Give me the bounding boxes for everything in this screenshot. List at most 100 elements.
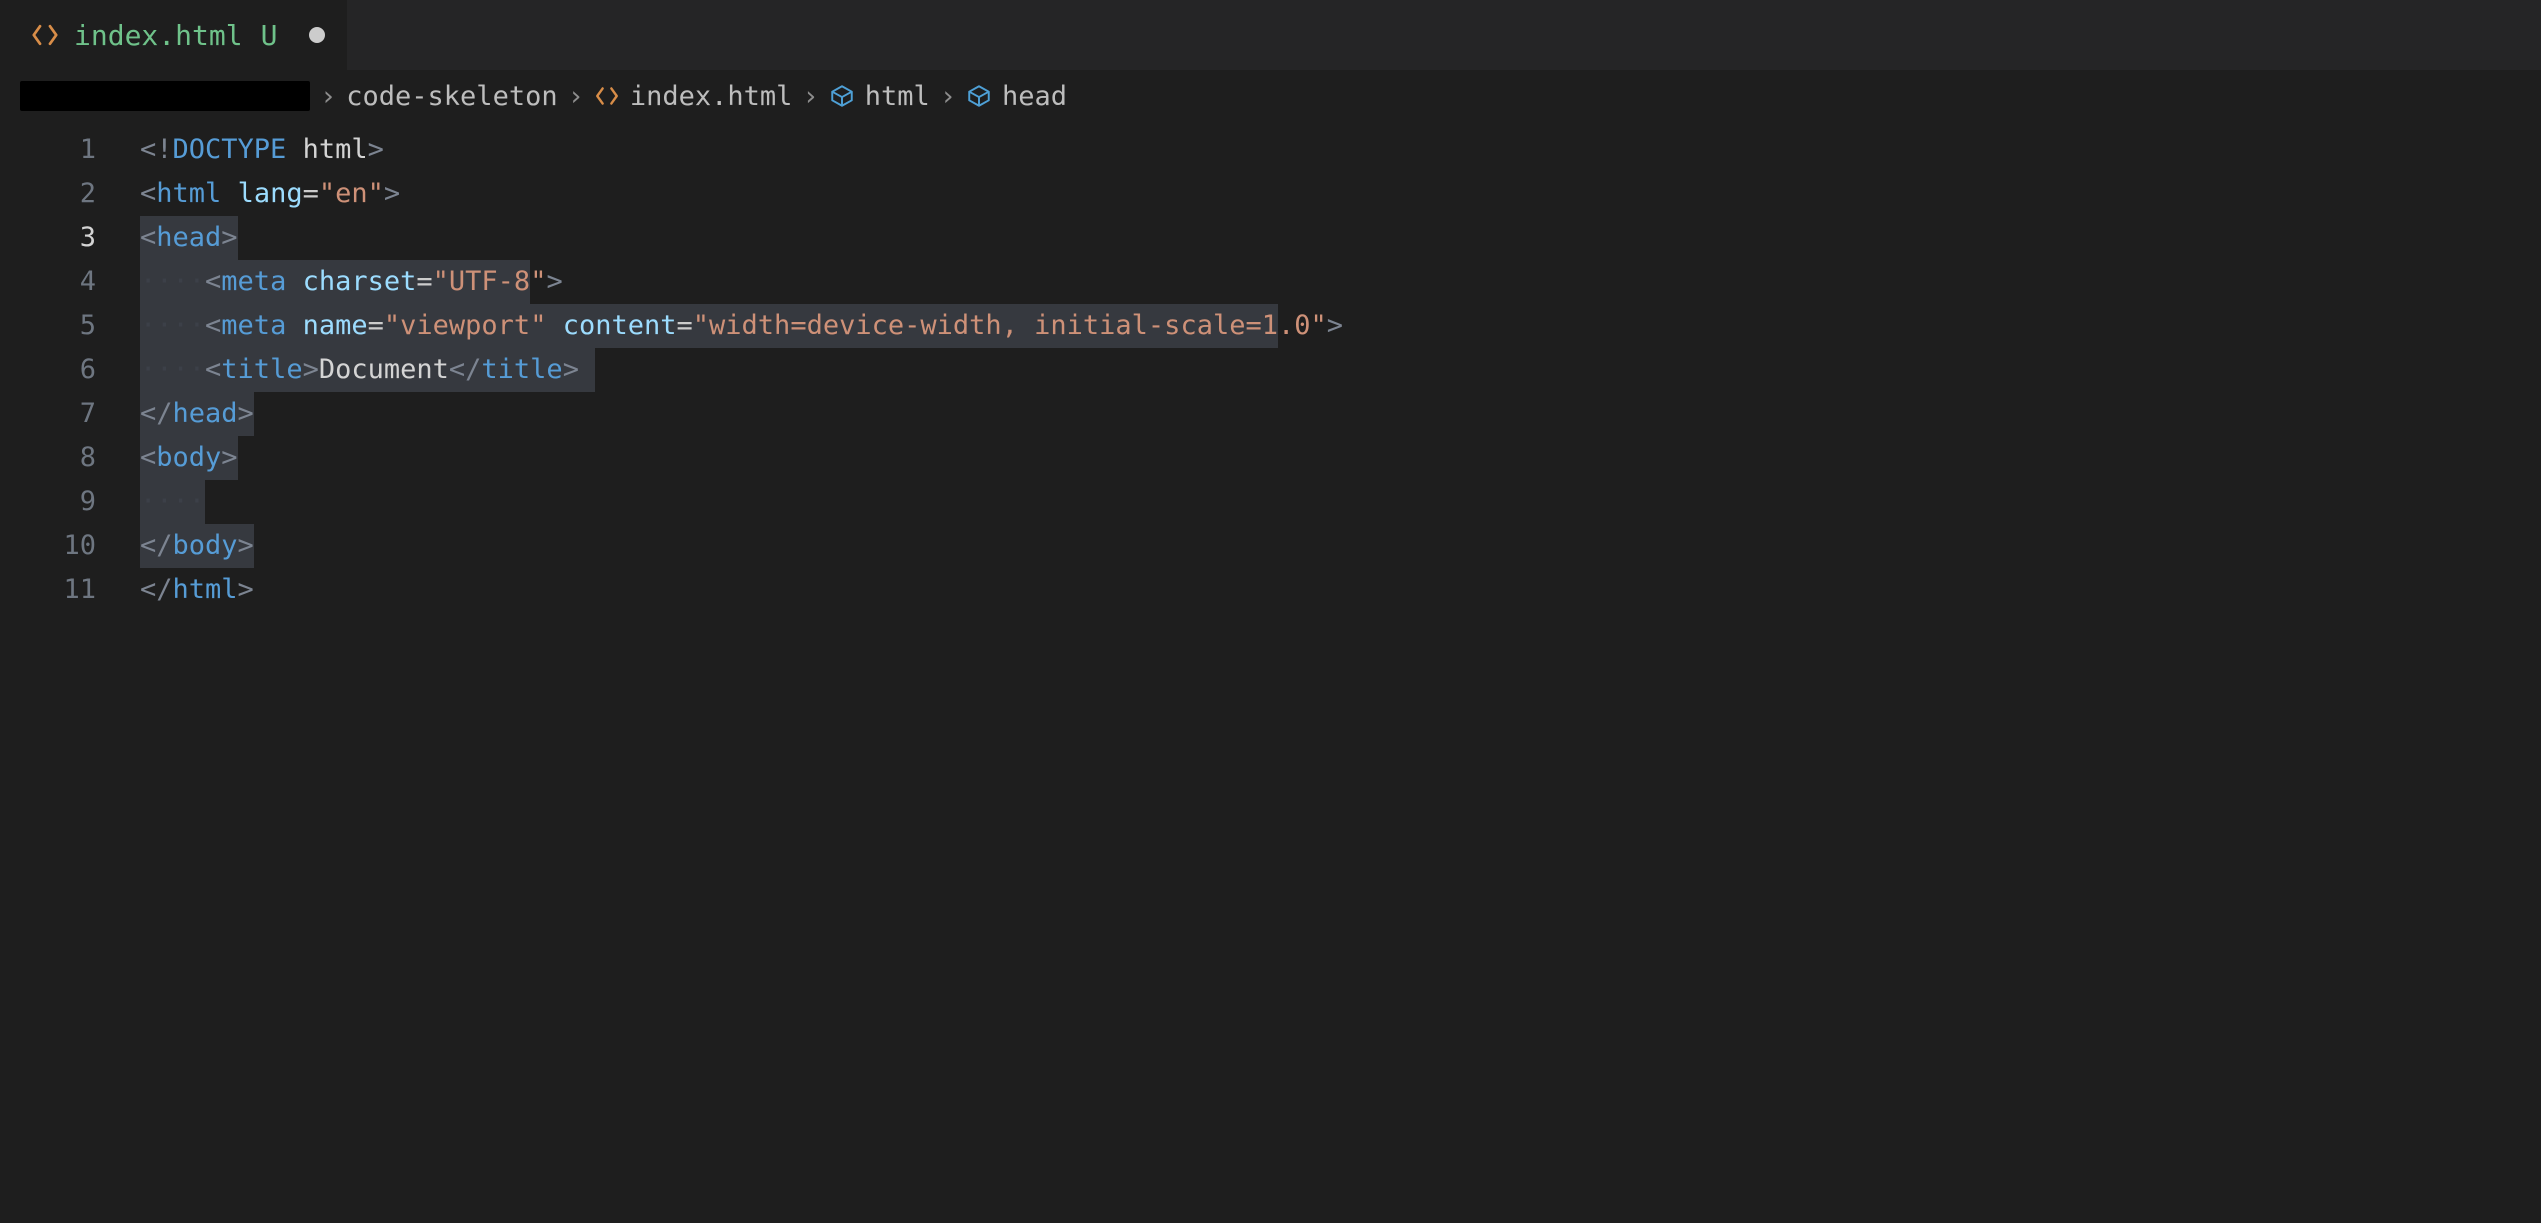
chevron-right-icon: › (940, 81, 956, 112)
code-token: > (546, 266, 562, 297)
code-line[interactable]: ····<title>Document</title> (140, 348, 579, 392)
code-token: html (173, 574, 238, 605)
code-token: > (238, 574, 254, 605)
code-token: < (140, 442, 156, 473)
code-token: > (368, 134, 384, 165)
cube-icon (966, 83, 992, 109)
tab-git-status: U (261, 19, 278, 52)
code-token: meta (221, 310, 286, 341)
code-token: "UTF-8" (433, 266, 547, 297)
code-token: "en" (319, 178, 384, 209)
chevron-right-icon: › (802, 81, 818, 112)
code-token: < (140, 178, 156, 209)
code-token: "viewport" (384, 310, 547, 341)
line-number: 3 (0, 216, 96, 260)
html-file-icon (30, 20, 60, 50)
code-line[interactable]: </body> (140, 524, 254, 568)
code-token: content (563, 310, 677, 341)
breadcrumb-file[interactable]: index.html (594, 81, 793, 112)
code-token: "width=device-width, initial-scale=1.0" (693, 310, 1327, 341)
unsaved-dot-icon[interactable] (309, 27, 325, 43)
code-token: title (221, 354, 302, 385)
code-token: <! (140, 134, 173, 165)
code-token (286, 266, 302, 297)
code-line[interactable]: ····<meta name="viewport" content="width… (140, 304, 1343, 348)
code-token (286, 310, 302, 341)
code-token: title (481, 354, 562, 385)
line-number: 10 (0, 524, 96, 568)
code-editor[interactable]: 1234567891011 <!DOCTYPE html><html lang=… (0, 122, 2541, 652)
breadcrumb-symbol[interactable]: head (966, 81, 1067, 112)
code-line[interactable]: ····<meta charset="UTF-8"> (140, 260, 563, 304)
breadcrumb-label: index.html (630, 81, 793, 112)
code-token: charset (303, 266, 417, 297)
code-line[interactable]: <html lang="en"> (140, 172, 400, 216)
code-token (286, 134, 302, 165)
code-token: > (563, 354, 579, 385)
code-token: > (221, 222, 237, 253)
code-token: = (677, 310, 693, 341)
code-line[interactable]: <head> (140, 216, 238, 260)
code-token: ···· (140, 354, 205, 385)
code-token: ···· (140, 310, 205, 341)
line-number: 7 (0, 392, 96, 436)
line-number: 4 (0, 260, 96, 304)
line-number: 6 (0, 348, 96, 392)
code-token: html (156, 178, 221, 209)
html-file-icon (594, 83, 620, 109)
code-line[interactable]: ···· (140, 480, 205, 524)
code-token: html (303, 134, 368, 165)
chevron-right-icon: › (568, 81, 584, 112)
breadcrumb: › code-skeleton › index.html › html › he… (0, 70, 2541, 122)
breadcrumb-folder[interactable]: code-skeleton (346, 81, 557, 112)
code-token: > (221, 442, 237, 473)
cube-icon (829, 83, 855, 109)
code-token: ···· (140, 266, 205, 297)
line-number: 5 (0, 304, 96, 348)
code-token: head (156, 222, 221, 253)
code-token: </ (449, 354, 482, 385)
breadcrumb-label: html (865, 81, 930, 112)
code-token: < (205, 310, 221, 341)
code-token: = (416, 266, 432, 297)
code-token: ···· (140, 486, 205, 517)
breadcrumb-redacted (20, 81, 310, 111)
line-number-gutter: 1234567891011 (0, 128, 140, 652)
line-number: 9 (0, 480, 96, 524)
code-content[interactable]: <!DOCTYPE html><html lang="en"><head>···… (140, 128, 2541, 652)
editor-tab[interactable]: index.html U (0, 0, 348, 70)
code-token: lang (238, 178, 303, 209)
code-token: </ (140, 530, 173, 561)
code-token: = (303, 178, 319, 209)
code-token: > (238, 530, 254, 561)
code-token: < (205, 266, 221, 297)
code-token: > (384, 178, 400, 209)
code-token: DOCTYPE (173, 134, 287, 165)
code-token: Document (319, 354, 449, 385)
code-line[interactable]: <body> (140, 436, 238, 480)
breadcrumb-label: head (1002, 81, 1067, 112)
code-token: body (173, 530, 238, 561)
code-token: body (156, 442, 221, 473)
code-token: head (173, 398, 238, 429)
line-number: 1 (0, 128, 96, 172)
code-line[interactable]: </html> (140, 568, 254, 612)
code-token: > (303, 354, 319, 385)
code-line[interactable]: <!DOCTYPE html> (140, 128, 384, 172)
chevron-right-icon: › (320, 81, 336, 112)
code-token: < (205, 354, 221, 385)
code-token (546, 310, 562, 341)
code-token: </ (140, 574, 173, 605)
tab-filename: index.html (74, 19, 243, 52)
code-token (221, 178, 237, 209)
code-line[interactable]: </head> (140, 392, 254, 436)
code-token: meta (221, 266, 286, 297)
code-token: = (368, 310, 384, 341)
breadcrumb-label: code-skeleton (346, 81, 557, 112)
code-token: > (238, 398, 254, 429)
code-token: name (303, 310, 368, 341)
line-number: 8 (0, 436, 96, 480)
breadcrumb-symbol[interactable]: html (829, 81, 930, 112)
line-number: 11 (0, 568, 96, 612)
code-token: </ (140, 398, 173, 429)
